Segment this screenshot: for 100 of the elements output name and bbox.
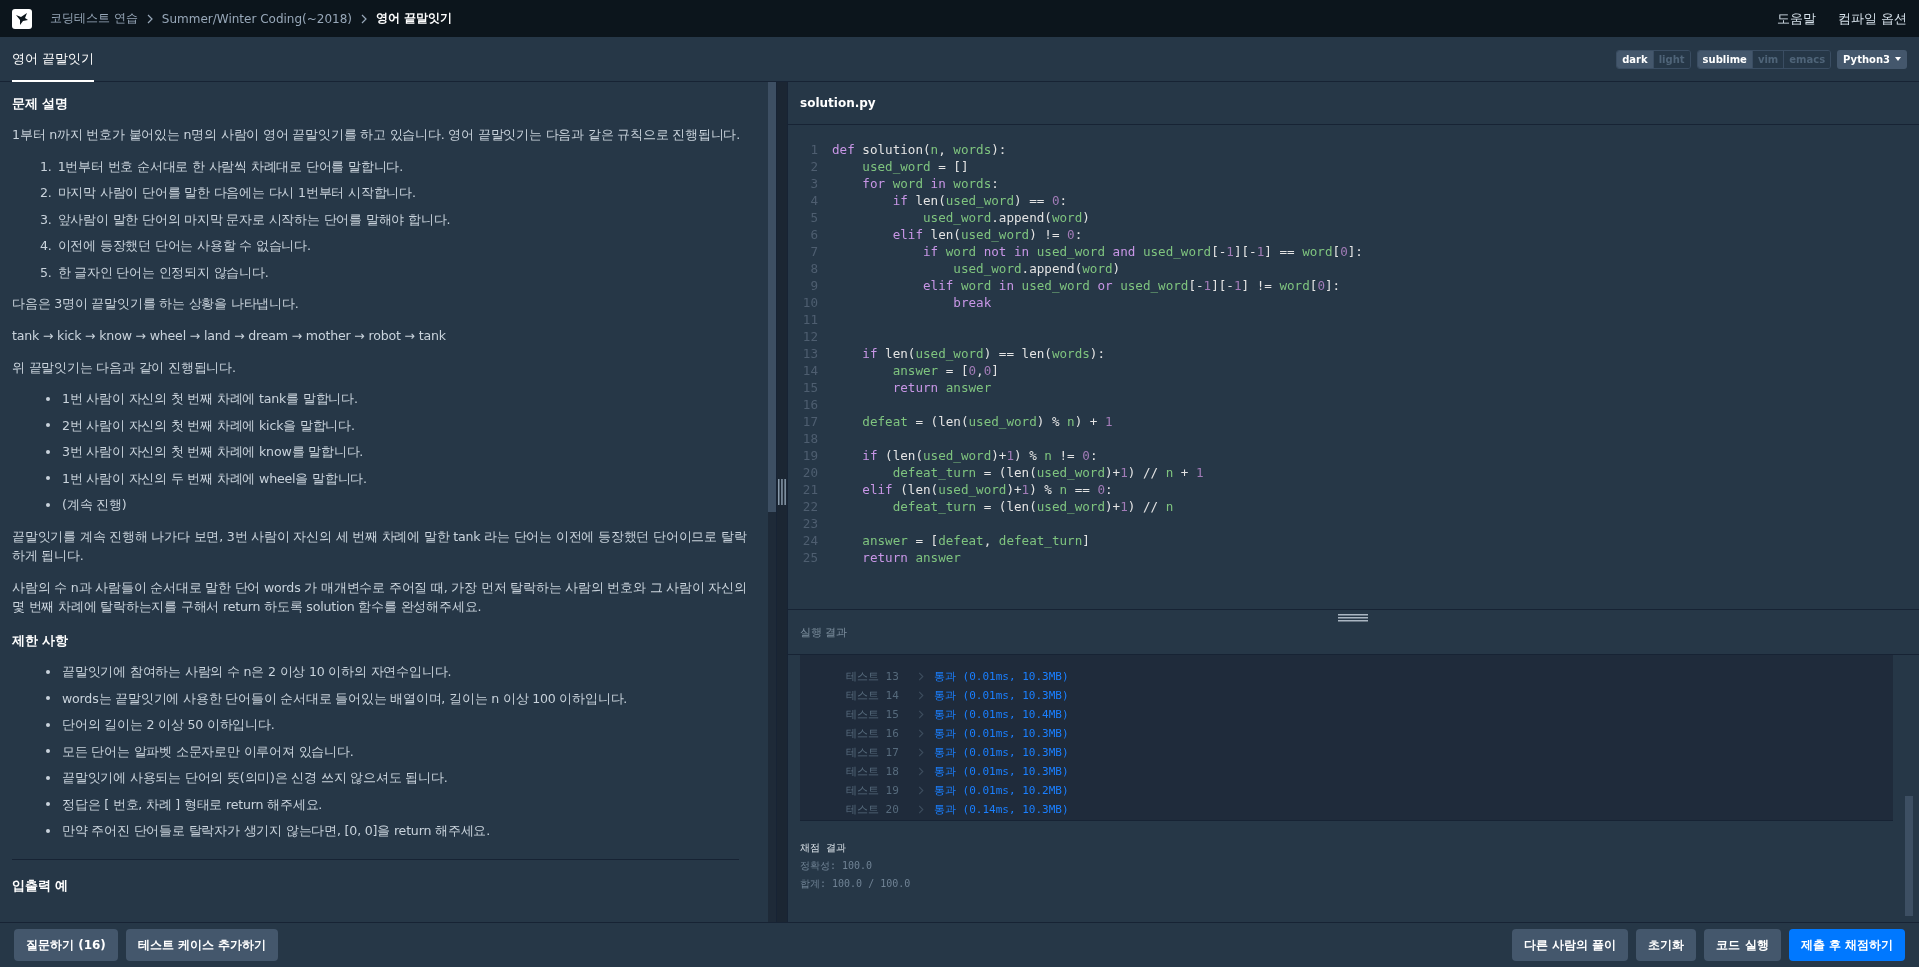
grading-line: 정확성: 100.0 — [800, 859, 874, 873]
section-heading: 입출력 예 — [12, 876, 69, 895]
list-number: 4. — [40, 237, 52, 256]
scrollbar[interactable] — [768, 82, 776, 512]
code-line: elif (len(used_word)+1) % n == 0: — [861, 481, 1113, 498]
caret-icon — [1895, 57, 1901, 61]
action-button[interactable]: 코드 실행 — [1704, 929, 1781, 961]
test-label: 테스트 14 — [846, 688, 900, 703]
code-line: if len(used_word) == len(words): — [861, 345, 1105, 362]
scrollbar[interactable] — [1905, 796, 1913, 916]
code-line: defeat = (len(used_word) % n) + 1 — [861, 413, 1113, 430]
list-item: 모든 단어는 알파벳 소문자로만 이루어져 있습니다. — [62, 742, 354, 761]
code-line: used_word = [] — [861, 158, 969, 175]
code-line: answer = [0,0] — [891, 362, 999, 379]
code-line: defeat_turn = (len(used_word)+1) // n — [891, 498, 1174, 515]
bullet-icon — [46, 828, 50, 833]
file-name: solution.py — [800, 96, 876, 110]
list-number: 5. — [40, 263, 52, 282]
list-item: 한 글자인 단어는 인정되지 않습니다. — [57, 263, 269, 282]
chevron-right-icon — [918, 710, 924, 719]
bullet-icon — [46, 775, 50, 780]
panel-title: 실행 결과 — [800, 624, 848, 640]
chevron-right-icon — [918, 767, 924, 776]
list-item: 1번 사람이 자신의 두 번째 차례에 wheel을 말합니다. — [62, 469, 367, 488]
code-line: if word not in used_word and used_word[-1][-1] == word[0]: — [922, 243, 1363, 260]
chevron-right-icon — [918, 748, 924, 757]
nav-link[interactable]: 도움말 — [1776, 9, 1816, 28]
bullet-icon — [46, 749, 50, 754]
list-item: 이전에 등장했던 단어는 사용할 수 없습니다. — [57, 237, 311, 256]
test-result: 통과 (0.01ms, 10.3MB) — [934, 764, 1069, 779]
action-button[interactable]: 테스트 케이스 추가하기 — [125, 929, 279, 961]
theme-toggle[interactable]: dark — [1617, 50, 1654, 68]
list-item: 정답은 [ 번호, 차례 ] 형태로 return 해주세요. — [62, 795, 323, 814]
code-line: def solution(n, words): — [832, 141, 1007, 158]
test-result: 통과 (0.14ms, 10.3MB) — [934, 802, 1069, 817]
code-line: elif len(used_word) != 0: — [891, 226, 1083, 243]
code-line: used_word.append(word) — [922, 209, 1090, 226]
list-item: 마지막 사람이 단어를 말한 다음에는 다시 1번부터 시작합니다. — [57, 184, 416, 203]
chevron-right-icon — [918, 805, 924, 814]
code-line: used_word.append(word) — [952, 260, 1121, 277]
list-item: 끝말잇기에 사용되는 단어의 뜻(의미)은 신경 쓰지 않으셔도 됩니다. — [62, 769, 448, 788]
code-line: elif word in used_word or used_word[-1][-1] != word[0]: — [922, 277, 1341, 294]
paragraph: 다음은 3명이 끝말잇기를 하는 상황을 나타냅니다. — [12, 295, 300, 314]
paragraph: 위 끝말잇기는 다음과 같이 진행됩니다. — [12, 358, 237, 377]
chevron-right-icon — [918, 786, 924, 795]
logo-icon[interactable] — [12, 8, 32, 29]
test-label: 테스트 20 — [846, 802, 900, 817]
bullet-icon — [46, 696, 50, 701]
test-label: 테스트 16 — [846, 726, 900, 741]
list-number: 1. — [40, 157, 52, 176]
list-item: 앞사람이 말한 단어의 마지막 문자로 시작하는 단어를 말해야 합니다. — [57, 210, 451, 229]
breadcrumb: 영어 끝말잇기 — [376, 10, 453, 27]
chevron-right-icon — [918, 672, 924, 681]
action-button[interactable]: 질문하기 (16) — [14, 929, 118, 961]
code-line: if len(used_word) == 0: — [891, 192, 1068, 209]
code-line: defeat_turn = (len(used_word)+1) // n + 1 — [891, 464, 1204, 481]
action-button[interactable]: 초기화 — [1636, 929, 1697, 961]
section-heading: 문제 설명 — [12, 95, 69, 113]
action-button[interactable]: 제출 후 채점하기 — [1788, 929, 1905, 961]
test-result: 통과 (0.01ms, 10.4MB) — [934, 707, 1069, 722]
test-label: 테스트 13 — [846, 669, 900, 684]
breadcrumb[interactable]: Summer/Winter Coding(~2018) — [161, 11, 353, 26]
chevron-right-icon — [145, 13, 154, 24]
bullet-icon — [46, 722, 50, 727]
list-item: (계속 진행) — [62, 496, 127, 515]
test-result: 통과 (0.01ms, 10.3MB) — [934, 669, 1069, 684]
test-label: 테스트 18 — [846, 764, 900, 779]
tab[interactable]: 영어 끝말잇기 — [12, 37, 95, 82]
list-item: 단어의 길이는 2 이상 50 이하입니다. — [62, 716, 275, 735]
test-result: 통과 (0.01ms, 10.2MB) — [934, 783, 1069, 798]
bullet-icon — [46, 396, 50, 401]
chevron-right-icon — [918, 729, 924, 738]
test-label: 테스트 19 — [846, 783, 900, 798]
test-result: 통과 (0.01ms, 10.3MB) — [934, 688, 1069, 703]
list-item: 1번 사람이 자신의 첫 번째 차례에 tank를 말합니다. — [62, 390, 358, 408]
language-dropdown[interactable]: Python3 — [1837, 49, 1907, 69]
code-line: return answer — [861, 549, 961, 566]
keymap-toggle[interactable]: sublime — [1697, 50, 1753, 68]
bullet-icon — [46, 476, 50, 481]
resize-handle-icon[interactable] — [778, 479, 786, 505]
paragraph: tank → kick → know → wheel → land → dream → mother → robot → tank — [12, 327, 447, 345]
list-item: 끝말잇기에 참여하는 사람의 수 n은 2 이상 10 이하의 자연수입니다. — [62, 663, 452, 682]
chevron-right-icon — [360, 13, 369, 24]
resize-handle-icon[interactable] — [1338, 614, 1368, 622]
bullet-icon — [46, 502, 50, 507]
test-label: 테스트 17 — [846, 745, 900, 760]
code-line: if (len(used_word)+1) % n != 0: — [861, 447, 1098, 464]
bullet-icon — [46, 802, 50, 807]
action-button[interactable]: 다른 사람의 풀이 — [1512, 929, 1629, 961]
list-item: 1번부터 번호 순서대로 한 사람씩 차례대로 단어를 말합니다. — [57, 157, 404, 176]
test-result: 통과 (0.01ms, 10.3MB) — [934, 726, 1069, 741]
list-number: 2. — [40, 184, 52, 203]
list-item: 3번 사람이 자신의 첫 번째 차례에 know를 말합니다. — [62, 443, 364, 462]
code-line: for word in words: — [861, 175, 999, 192]
breadcrumb[interactable]: 코딩테스트 연습 — [50, 10, 138, 27]
bullet-icon — [46, 423, 50, 428]
nav-link[interactable]: 컴파일 옵션 — [1837, 9, 1907, 28]
paragraph: 1부터 n까지 번호가 붙어있는 n명의 사람이 영어 끝말잇기를 하고 있습니다. 영어 끝말잇기는 다음과 같은 규칙으로 진행됩니다. — [12, 126, 742, 145]
test-label: 테스트 15 — [846, 707, 900, 722]
list-item: 만약 주어진 단어들로 탈락자가 생기지 않는다면, [0, 0]을 return 해주세요. — [62, 822, 490, 841]
